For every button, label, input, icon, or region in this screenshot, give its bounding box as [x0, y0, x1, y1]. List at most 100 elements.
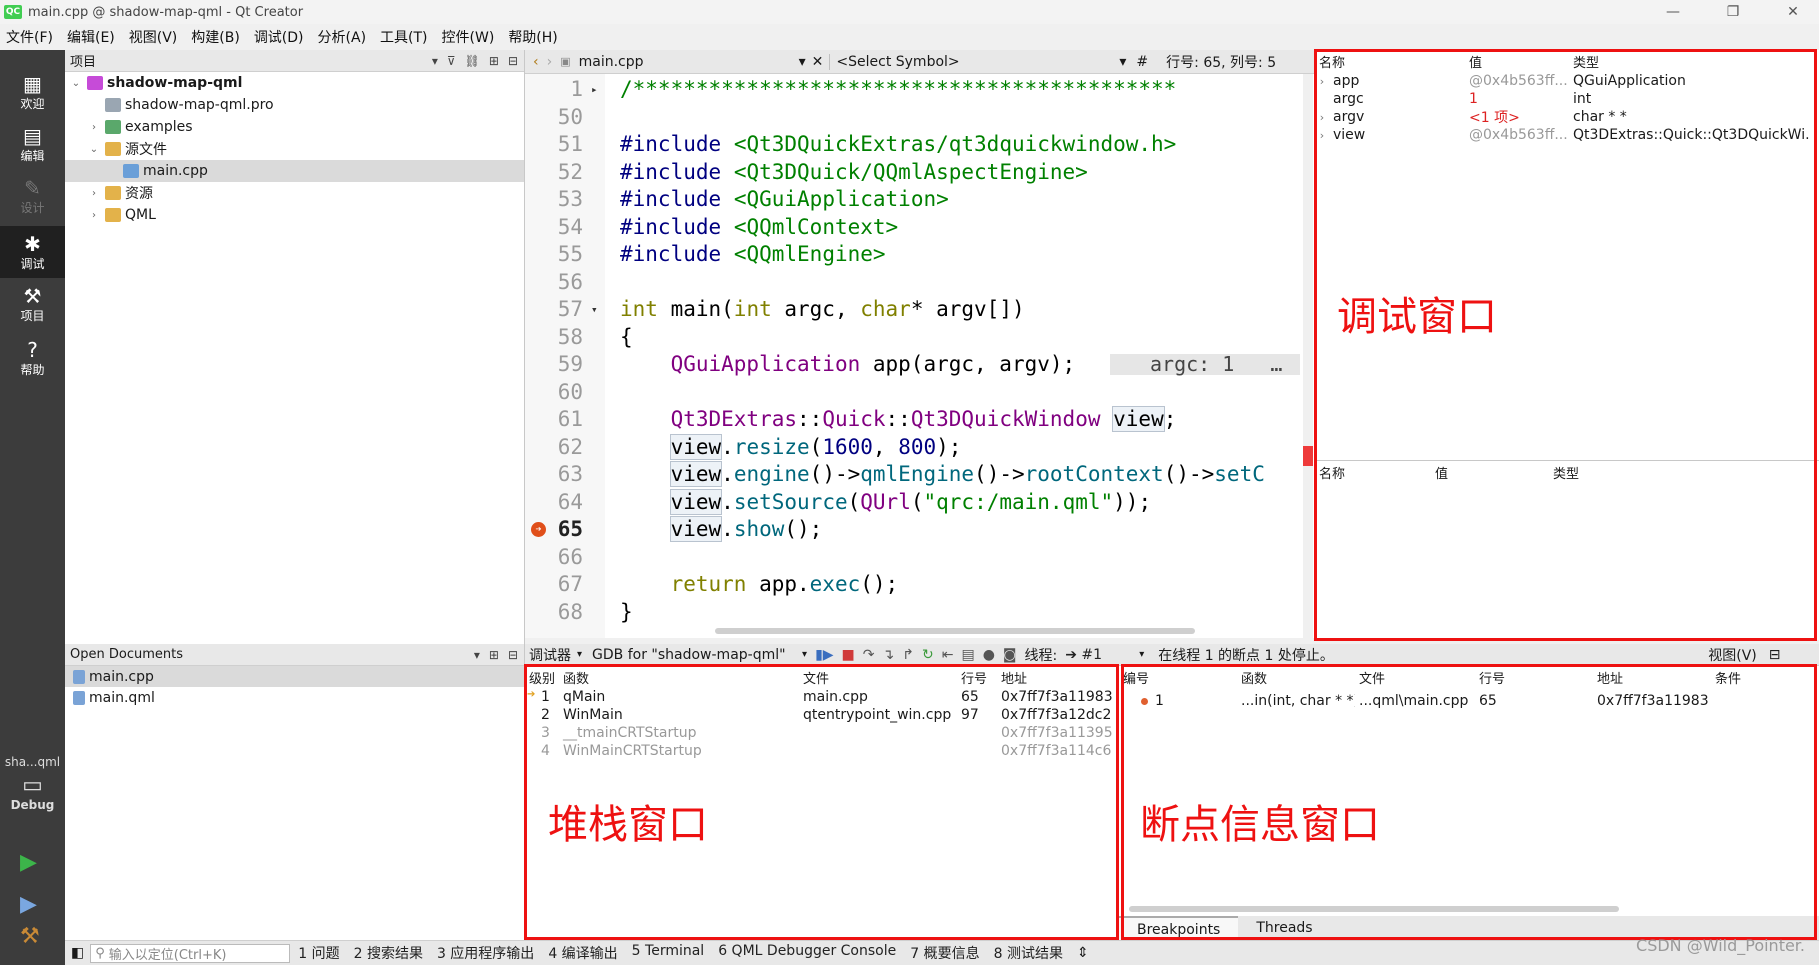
code-line[interactable]: 53 #include <QGuiApplication>: [525, 186, 1315, 213]
menu-item[interactable]: 文件(F): [6, 27, 53, 47]
col-file[interactable]: 文件: [799, 668, 957, 687]
col-value[interactable]: 值: [1431, 463, 1549, 482]
debug-run-icon[interactable]: ▶: [20, 892, 37, 917]
tree-item[interactable]: › QML: [65, 204, 524, 226]
mode-welcome[interactable]: ▦ 欢迎: [0, 66, 65, 118]
menu-item[interactable]: 工具(T): [380, 27, 427, 47]
code-line[interactable]: 56: [525, 269, 1315, 296]
expand-arrow-icon[interactable]: ›: [1315, 75, 1329, 88]
code-line[interactable]: 64 view.setSource(QUrl("qrc:/main.qml"))…: [525, 488, 1315, 516]
view-menu[interactable]: 视图(V): [1708, 645, 1757, 665]
code-line[interactable]: 62 view.resize(1600, 800);: [525, 433, 1315, 461]
tab-threads[interactable]: Threads: [1238, 916, 1330, 940]
menu-item[interactable]: 视图(V): [129, 27, 178, 47]
menu-item[interactable]: 控件(W): [442, 27, 495, 47]
menu-item[interactable]: 调试(D): [254, 27, 304, 47]
stack-frame-row[interactable]: 4 WinMainCRTStartup 0x7ff7f3a114c6: [525, 742, 1118, 760]
open-document-item[interactable]: main.cpp: [65, 666, 524, 687]
menu-item[interactable]: 分析(A): [318, 27, 367, 47]
record-icon[interactable]: ●: [983, 647, 995, 663]
col-function[interactable]: 函数: [559, 668, 799, 687]
close-panel-icon[interactable]: ⊟: [508, 54, 518, 68]
expand-arrow-icon[interactable]: ›: [1315, 111, 1329, 124]
mode-debug[interactable]: ✱ 调试: [0, 226, 65, 278]
code-line[interactable]: 68}: [525, 599, 1315, 626]
output-pane-button[interactable]: 5 Terminal: [632, 943, 705, 963]
col-line[interactable]: 行号: [957, 668, 997, 687]
open-document-item[interactable]: main.qml: [65, 687, 524, 708]
tab-breakpoints[interactable]: Breakpoints: [1119, 916, 1239, 940]
code-line[interactable]: 66: [525, 544, 1315, 571]
hammer-icon[interactable]: ⚒: [20, 924, 40, 949]
output-pane-button[interactable]: 3 应用程序输出: [437, 943, 534, 963]
close-icon[interactable]: ✕: [1770, 0, 1816, 24]
horizontal-scrollbar[interactable]: [1129, 906, 1619, 912]
code-line[interactable]: 54 #include <QQmlContext>: [525, 214, 1315, 241]
step-out-icon[interactable]: ↱: [902, 647, 914, 663]
tree-item[interactable]: › 资源: [65, 182, 524, 204]
locals-row[interactable]: › view @0x4b563ff... Qt3DExtras::Quick::Qt3…: [1315, 126, 1819, 144]
close-file-icon[interactable]: ✕: [812, 54, 824, 70]
thread-selector[interactable]: ➔ #1: [1065, 647, 1139, 663]
expand-arrow-icon[interactable]: ⌄: [87, 144, 101, 155]
tree-item[interactable]: ⌄ shadow-map-qml: [65, 72, 524, 94]
col-file[interactable]: 文件: [1355, 668, 1475, 687]
code-line[interactable]: 61 Qt3DExtras::Quick::Qt3DQuickWindow vi…: [525, 406, 1315, 433]
code-line[interactable]: 55 #include <QQmlEngine>: [525, 241, 1315, 268]
code-line[interactable]: 58 {: [525, 324, 1315, 351]
output-pane-button[interactable]: 8 测试结果: [994, 943, 1063, 963]
split-icon[interactable]: ⊞: [489, 54, 499, 68]
locals-row[interactable]: › app @0x4b563ff... QGuiApplication: [1315, 72, 1819, 90]
menu-item[interactable]: 帮助(H): [508, 27, 557, 47]
more-panes-icon[interactable]: ⇕: [1077, 945, 1089, 961]
output-pane-button[interactable]: 2 搜索结果: [354, 943, 423, 963]
locator-input[interactable]: ⚲ 输入以定位(Ctrl+K): [90, 943, 291, 963]
mode-edit[interactable]: ▤ 编辑: [0, 118, 65, 170]
code-line[interactable]: 57 ▾ int main(int argc, char* argv[]): [525, 296, 1315, 323]
maximize-icon[interactable]: ❐: [1710, 0, 1756, 24]
code-line[interactable]: 63 view.engine()->qmlEngine()->rootConte…: [525, 461, 1315, 488]
col-level[interactable]: 级别: [525, 668, 559, 687]
step-over-icon[interactable]: ↷: [863, 647, 875, 663]
mode-design[interactable]: ✎ 设计: [0, 170, 65, 222]
col-id[interactable]: 编号: [1119, 668, 1237, 687]
toggle-sidebar-icon[interactable]: ◧: [71, 945, 84, 961]
run-icon[interactable]: ▶: [20, 850, 37, 875]
code-line[interactable]: 50: [525, 104, 1315, 131]
file-selector[interactable]: main.cpp: [579, 54, 799, 70]
expand-arrow-icon[interactable]: ›: [87, 188, 101, 199]
code-line[interactable]: 1 ▸ /*************************************…: [525, 76, 1315, 103]
breakpoint-row[interactable]: 1 ...in(int, char * *) ...qml\main.cpp 65 0x…: [1119, 692, 1819, 710]
tree-item[interactable]: shadow-map-qml.pro: [65, 94, 524, 116]
menu-item[interactable]: 构建(B): [191, 27, 240, 47]
tree-item[interactable]: › examples: [65, 116, 524, 138]
close-panel-icon[interactable]: ⊟: [508, 648, 518, 662]
output-pane-button[interactable]: 4 编译输出: [548, 943, 617, 963]
dropdown-icon[interactable]: ▾: [432, 54, 438, 68]
step-into-icon[interactable]: ↴: [883, 647, 895, 663]
col-type[interactable]: 类型: [1569, 52, 1809, 71]
symbol-dropdown-icon[interactable]: ▾: [1119, 54, 1126, 70]
link-icon[interactable]: ⛓: [465, 54, 480, 68]
tree-item[interactable]: main.cpp: [65, 160, 524, 182]
kit-selector[interactable]: sha...qml ▭ Debug: [0, 755, 65, 812]
stack-frame-row[interactable]: 3 __tmainCRTStartup 0x7ff7f3a11395: [525, 724, 1118, 742]
vertical-scrollbar[interactable]: [1303, 74, 1313, 638]
stop-icon[interactable]: ■: [842, 647, 855, 663]
reverse-icon[interactable]: ⇤: [942, 647, 954, 663]
col-function[interactable]: 函数: [1237, 668, 1355, 687]
tree-item[interactable]: ⌄ 源文件: [65, 138, 524, 160]
engine-dropdown-icon[interactable]: ▾: [802, 649, 807, 660]
forward-icon[interactable]: ›: [547, 54, 553, 70]
code-line[interactable]: 51 #include <Qt3DQuickExtras/qt3dquickwin…: [525, 131, 1315, 158]
col-name[interactable]: 名称: [1315, 463, 1431, 482]
output-pane-button[interactable]: 6 QML Debugger Console: [718, 943, 896, 963]
mode-help[interactable]: ? 帮助: [0, 332, 65, 384]
output-pane-button[interactable]: 7 概要信息: [910, 943, 979, 963]
code-line[interactable]: 67 return app.exec();: [525, 571, 1315, 598]
close-panel-icon[interactable]: ⊟: [1769, 647, 1781, 663]
horizontal-scrollbar[interactable]: [715, 628, 1195, 634]
code-line[interactable]: 52 #include <Qt3DQuick/QQmlAspectEngine>: [525, 159, 1315, 186]
back-icon[interactable]: ‹: [533, 54, 539, 70]
col-type[interactable]: 类型: [1549, 463, 1749, 482]
